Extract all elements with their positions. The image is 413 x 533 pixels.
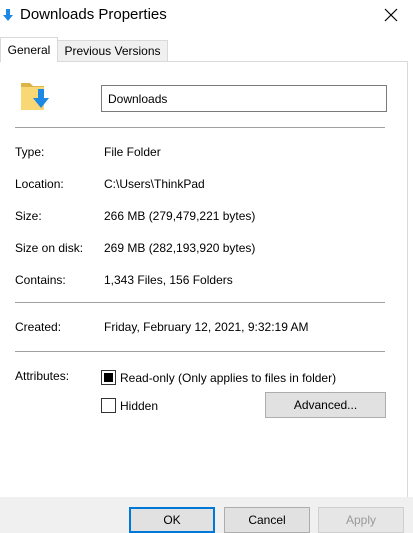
apply-button: Apply [318,507,404,533]
folder-name-input[interactable] [101,85,387,112]
indeterminate-mark [104,373,113,382]
window-title: Downloads Properties [20,6,167,23]
type-value: File Folder [104,145,161,159]
advanced-button[interactable]: Advanced... [265,392,386,418]
type-label: Type: [15,145,45,159]
size-value: 266 MB (279,479,221 bytes) [104,209,256,223]
downloads-folder-icon [1,8,15,22]
divider [15,302,385,303]
created-value: Friday, February 12, 2021, 9:32:19 AM [104,320,309,334]
size-on-disk-label: Size on disk: [15,241,84,255]
created-label: Created: [15,320,62,334]
title-bar: Downloads Properties [0,0,413,32]
close-icon [384,8,398,22]
location-value: C:\Users\ThinkPad [104,177,205,191]
tab-previous-versions[interactable]: Previous Versions [58,40,168,61]
hidden-checkbox[interactable] [101,398,116,413]
cancel-button[interactable]: Cancel [224,507,310,533]
location-label: Location: [15,177,64,191]
hidden-label: Hidden [120,399,159,413]
size-on-disk-value: 269 MB (282,193,920 bytes) [104,241,256,255]
read-only-checkbox[interactable] [101,370,116,385]
ok-button[interactable]: OK [129,507,215,533]
divider [15,351,385,352]
divider [15,127,385,128]
contains-label: Contains: [15,273,66,287]
size-label: Size: [15,209,42,223]
close-button[interactable] [372,0,410,30]
contains-value: 1,343 Files, 156 Folders [104,273,233,287]
attributes-label: Attributes: [15,369,70,383]
downloads-folder-icon [20,77,52,113]
read-only-label: Read-only (Only applies to files in fold… [120,371,337,385]
tab-general[interactable]: General [0,37,58,62]
